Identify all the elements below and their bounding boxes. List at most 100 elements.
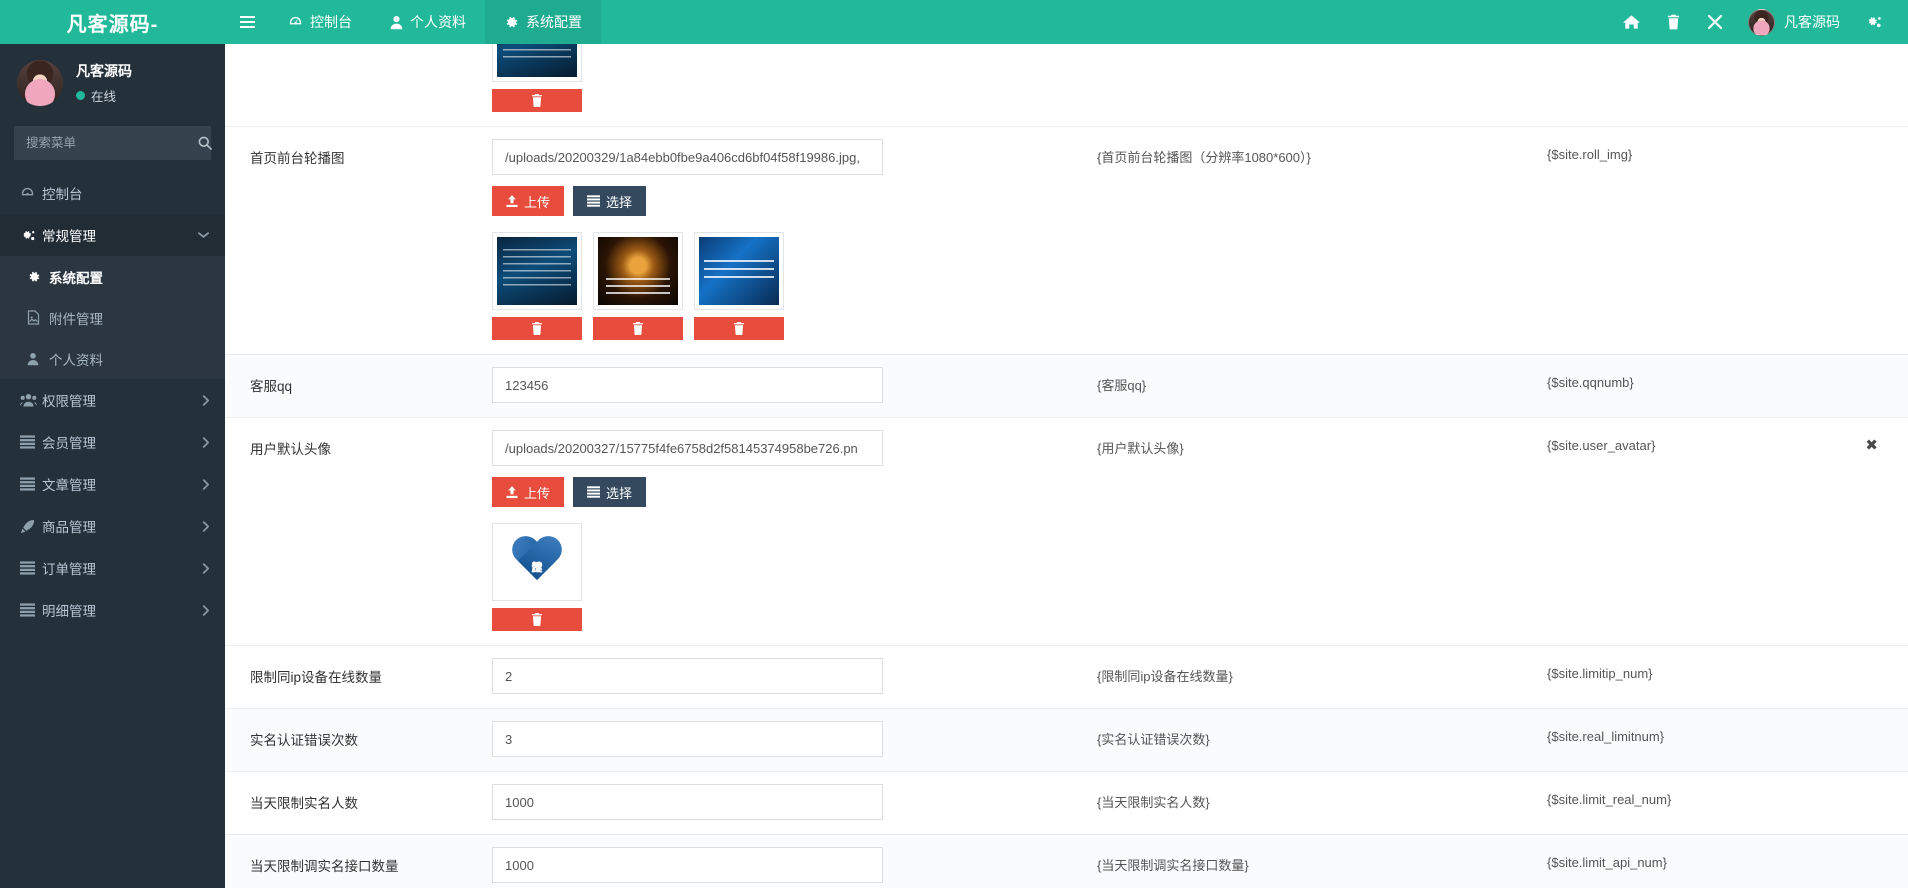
table-row-roll-img: 首页前台轮播图 上传	[225, 127, 1908, 355]
thumbnail-graphic	[699, 237, 779, 305]
field-variable-cell: {$site.limitip_num}	[1547, 646, 1908, 701]
chevron-right-icon	[202, 437, 209, 448]
upload-button[interactable]: 上传	[492, 186, 564, 216]
select-button[interactable]: 选择	[573, 477, 646, 507]
thumbnail-item	[492, 232, 582, 340]
close-icon[interactable]: ✖	[1865, 438, 1878, 453]
sidebar-item-member-mgmt[interactable]: 会员管理	[0, 421, 225, 463]
thumbnail-image[interactable]	[694, 232, 784, 310]
table-row-limit-real-num: 当天限制实名人数 {当天限制实名人数} {$site.limit_real_nu…	[225, 772, 1908, 835]
delete-thumbnail-button[interactable]	[492, 89, 582, 112]
sidebar-item-profile-label: 个人资料	[49, 349, 103, 369]
upload-button[interactable]: 上传	[492, 477, 564, 507]
thumbnail-graphic	[497, 237, 577, 305]
home-icon[interactable]	[1610, 0, 1652, 44]
upload-button-label: 上传	[524, 192, 550, 211]
rocket-icon	[20, 519, 42, 534]
gear-icon	[27, 270, 49, 284]
roll-img-input[interactable]	[492, 139, 883, 175]
sidebar-menu: 控制台 常规管理	[0, 172, 225, 631]
trash-icon	[531, 94, 543, 107]
field-label: 实名认证错误次数	[225, 709, 492, 769]
sidebar-user-name: 凡客源码	[76, 61, 132, 81]
list-icon	[587, 195, 600, 207]
brand-logo[interactable]: 凡客源码-	[0, 0, 225, 44]
user-avatar-input[interactable]	[492, 430, 883, 466]
search-input[interactable]	[15, 136, 198, 150]
tab-system-config[interactable]: 系统配置	[485, 0, 601, 44]
select-button[interactable]: 选择	[573, 186, 646, 216]
header-user[interactable]: 凡客源码	[1736, 0, 1852, 44]
top-nav: 控制台 个人资料 系统配置	[269, 0, 601, 44]
main-content: 首页前台轮播图 上传	[225, 44, 1908, 888]
trash-icon	[531, 322, 543, 335]
sidebar-item-order-mgmt[interactable]: 订单管理	[0, 547, 225, 589]
delete-thumbnail-button[interactable]	[593, 317, 683, 340]
thumbnail-image[interactable]	[492, 44, 582, 82]
cogs-icon[interactable]	[1852, 0, 1894, 44]
sidebar-user-panel: 凡客源码 在线	[0, 44, 225, 120]
field-variable-cell: {$site.limit_api_num}	[1547, 835, 1908, 888]
tab-dashboard-label: 控制台	[310, 12, 352, 32]
delete-thumbnail-button[interactable]	[492, 608, 582, 631]
hamburger-icon[interactable]	[225, 0, 269, 44]
sidebar-status-label: 在线	[91, 86, 116, 105]
fullscreen-icon[interactable]	[1694, 0, 1736, 44]
sidebar-item-attachment-mgmt-label: 附件管理	[49, 308, 103, 328]
field-label: 当天限制实名人数	[225, 772, 492, 832]
thumbnail-image[interactable]: 趣赞	[492, 523, 582, 601]
sidebar-item-detail-mgmt[interactable]: 明细管理	[0, 589, 225, 631]
qq-input[interactable]	[492, 367, 883, 403]
chevron-down-icon	[198, 231, 209, 239]
sidebar-item-permission-mgmt[interactable]: 权限管理	[0, 379, 225, 421]
delete-thumbnail-button[interactable]	[492, 317, 582, 340]
thumbnail-item: 趣赞	[492, 523, 582, 631]
upload-icon	[506, 486, 518, 499]
thumbnail-graphic	[497, 44, 577, 77]
field-control-limitip	[492, 646, 1097, 708]
limit-real-num-input[interactable]	[492, 784, 883, 820]
search-icon[interactable]	[198, 127, 212, 159]
users-icon	[20, 393, 42, 407]
field-control-limit-real-num	[492, 772, 1097, 834]
table-row-real-limitnum: 实名认证错误次数 {实名认证错误次数} {$site.real_limitnum…	[225, 709, 1908, 772]
field-hint: {用户默认头像}	[1097, 418, 1547, 477]
field-variable: {$site.qqnumb}	[1547, 375, 1634, 390]
sidebar-item-dashboard[interactable]: 控制台	[0, 172, 225, 214]
sidebar-search[interactable]	[14, 126, 211, 160]
tab-profile[interactable]: 个人资料	[371, 0, 485, 44]
user-icon	[390, 15, 403, 30]
tab-dashboard[interactable]: 控制台	[269, 0, 371, 44]
real-limitnum-input[interactable]	[492, 721, 883, 757]
row-label-empty	[225, 44, 492, 84]
thumbnail-image[interactable]	[492, 232, 582, 310]
limit-api-num-input[interactable]	[492, 847, 883, 883]
sidebar-item-general-mgmt[interactable]: 常规管理	[0, 214, 225, 256]
trash-icon[interactable]	[1652, 0, 1694, 44]
thumbnail-gallery	[492, 232, 1087, 340]
field-variable: {$site.roll_img}	[1547, 147, 1632, 162]
sidebar-item-product-mgmt[interactable]: 商品管理	[0, 505, 225, 547]
field-variable-cell: {$site.real_limitnum}	[1547, 709, 1908, 764]
limitip-input[interactable]	[492, 658, 883, 694]
field-variable: {$site.limitip_num}	[1547, 666, 1653, 681]
field-hint: {实名认证错误次数}	[1097, 709, 1547, 768]
field-variable: {$site.limit_real_num}	[1547, 792, 1671, 807]
sidebar-item-general-mgmt-label: 常规管理	[42, 225, 198, 245]
delete-thumbnail-button[interactable]	[694, 317, 784, 340]
select-button-label: 选择	[606, 483, 632, 502]
tab-profile-label: 个人资料	[410, 12, 466, 32]
list-icon	[587, 486, 600, 498]
sidebar-item-detail-mgmt-label: 明细管理	[42, 600, 202, 620]
thumbnail-image[interactable]	[593, 232, 683, 310]
upload-select-buttons: 上传 选择	[492, 186, 1087, 216]
chevron-right-icon	[202, 563, 209, 574]
sidebar-item-article-mgmt-label: 文章管理	[42, 474, 202, 494]
dashboard-icon	[20, 186, 42, 201]
sidebar-item-profile[interactable]: 个人资料	[0, 338, 225, 379]
sidebar-item-system-config[interactable]: 系统配置	[0, 256, 225, 297]
sidebar-item-attachment-mgmt[interactable]: 附件管理	[0, 297, 225, 338]
sidebar-item-article-mgmt[interactable]: 文章管理	[0, 463, 225, 505]
trash-icon	[531, 613, 543, 626]
heart-logo-icon: 趣赞	[510, 537, 564, 587]
